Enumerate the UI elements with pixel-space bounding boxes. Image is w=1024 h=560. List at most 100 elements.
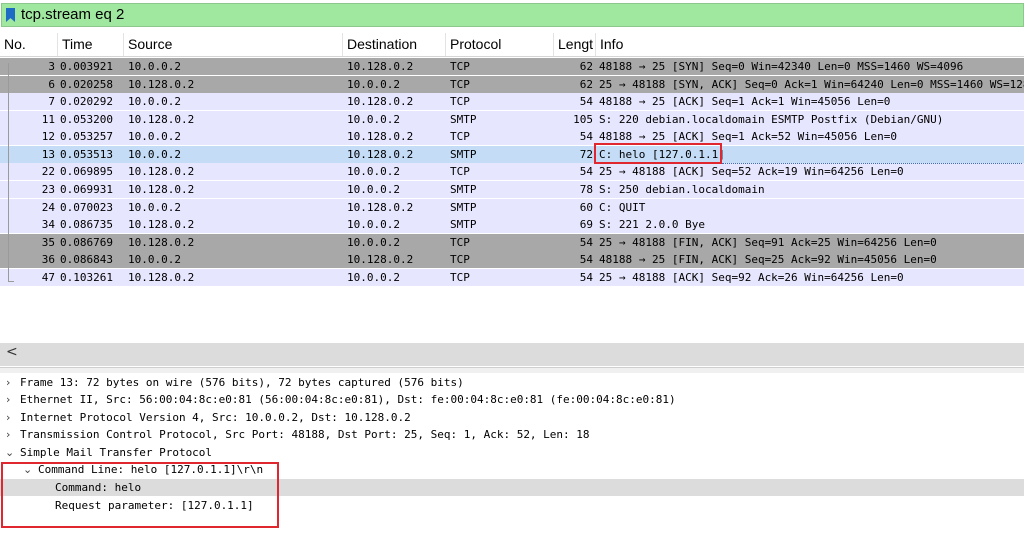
packet-time: 0.069931	[60, 183, 113, 196]
packet-protocol: SMTP	[450, 218, 477, 231]
col-header-destination[interactable]: Destination	[347, 36, 417, 52]
packet-time: 0.070023	[60, 201, 113, 214]
packet-time: 0.086769	[60, 236, 113, 249]
expand-chevron-icon[interactable]: ›	[6, 409, 10, 426]
col-header-info[interactable]: Info	[600, 36, 623, 52]
packet-row[interactable]: 3 0.003921 10.0.0.2 10.128.0.2 TCP 62 48…	[0, 58, 1024, 75]
packet-row[interactable]: 35 0.086769 10.128.0.2 10.0.0.2 TCP 54 2…	[0, 234, 1024, 251]
packet-protocol: TCP	[450, 60, 470, 73]
packet-time: 0.053200	[60, 113, 113, 126]
highlight-box-info	[594, 143, 722, 164]
packet-row[interactable]: 23 0.069931 10.128.0.2 10.0.0.2 SMTP 78 …	[0, 181, 1024, 198]
packet-length: 54	[579, 236, 593, 249]
packet-protocol: TCP	[450, 165, 470, 178]
packet-destination: 10.0.0.2	[347, 113, 400, 126]
packet-length: 78	[579, 183, 593, 196]
packet-protocol: TCP	[450, 236, 470, 249]
col-header-length[interactable]: Lengt	[558, 36, 593, 52]
packet-time: 0.086735	[60, 218, 113, 231]
packet-time: 0.053257	[60, 130, 113, 143]
packet-source: 10.0.0.2	[128, 253, 181, 266]
display-filter-input[interactable]: tcp.stream eq 2	[1, 3, 1024, 27]
conversation-bracket-line	[8, 63, 9, 282]
packet-row[interactable]: 24 0.070023 10.0.0.2 10.128.0.2 SMTP 60 …	[0, 199, 1024, 216]
packet-info: S: 221 2.0.0 Bye	[599, 218, 705, 231]
packet-time: 0.086843	[60, 253, 113, 266]
packet-row[interactable]: 7 0.020292 10.0.0.2 10.128.0.2 TCP 54 48…	[0, 93, 1024, 110]
packet-length: 69	[579, 218, 593, 231]
packet-info: C: QUIT	[599, 201, 646, 214]
column-separator[interactable]	[342, 33, 343, 56]
col-header-no[interactable]: No.	[4, 36, 26, 52]
expand-chevron-icon[interactable]: ›	[6, 391, 10, 408]
horizontal-scrollbar[interactable]: <	[0, 343, 1024, 366]
packet-row[interactable]: 47 0.103261 10.128.0.2 10.0.0.2 TCP 54 2…	[0, 269, 1024, 286]
packet-source: 10.0.0.2	[128, 60, 181, 73]
packet-source: 10.128.0.2	[128, 236, 195, 249]
selected-row-focus-line	[722, 163, 1022, 164]
packet-destination: 10.0.0.2	[347, 271, 400, 284]
column-separator[interactable]	[553, 33, 554, 56]
packet-protocol: TCP	[450, 271, 470, 284]
packet-row[interactable]: 12 0.053257 10.0.0.2 10.128.0.2 TCP 54 4…	[0, 128, 1024, 145]
packet-source: 10.128.0.2	[128, 271, 195, 284]
detail-row-ethernet[interactable]: › Ethernet II, Src: 56:00:04:8c:e0:81 (5…	[0, 391, 1024, 408]
scroll-left-icon[interactable]: <	[6, 344, 18, 360]
packet-row[interactable]: 22 0.069895 10.128.0.2 10.0.0.2 TCP 54 2…	[0, 163, 1024, 180]
column-separator[interactable]	[445, 33, 446, 56]
packet-destination: 10.0.0.2	[347, 165, 400, 178]
packet-info: 25 → 48188 [ACK] Seq=92 Ack=26 Win=64256…	[599, 271, 904, 284]
packet-row[interactable]: 11 0.053200 10.128.0.2 10.0.0.2 SMTP 105…	[0, 111, 1024, 128]
packet-source: 10.0.0.2	[128, 130, 181, 143]
column-separator[interactable]	[123, 33, 124, 56]
packet-destination: 10.128.0.2	[347, 60, 414, 73]
packet-row[interactable]: 36 0.086843 10.0.0.2 10.128.0.2 TCP 54 4…	[0, 251, 1024, 268]
packet-info: 48188 → 25 [SYN] Seq=0 Win=42340 Len=0 M…	[599, 60, 964, 73]
packet-source: 10.0.0.2	[128, 201, 181, 214]
detail-text: Ethernet II, Src: 56:00:04:8c:e0:81 (56:…	[20, 393, 676, 406]
col-header-time[interactable]: Time	[62, 36, 93, 52]
packet-source: 10.0.0.2	[128, 95, 181, 108]
expand-chevron-icon[interactable]: ›	[6, 426, 10, 443]
packet-length: 54	[579, 253, 593, 266]
column-separator[interactable]	[57, 33, 58, 56]
packet-destination: 10.128.0.2	[347, 95, 414, 108]
packet-destination: 10.0.0.2	[347, 236, 400, 249]
packet-protocol: SMTP	[450, 201, 477, 214]
packet-length: 54	[579, 271, 593, 284]
packet-row[interactable]: 6 0.020258 10.128.0.2 10.0.0.2 TCP 62 25…	[0, 76, 1024, 93]
bookmark-icon[interactable]	[6, 8, 15, 22]
collapse-chevron-icon[interactable]: ⌄	[5, 444, 14, 461]
packet-info: 25 → 48188 [ACK] Seq=52 Ack=19 Win=64256…	[599, 165, 904, 178]
packet-protocol: TCP	[450, 78, 470, 91]
packet-info: S: 250 debian.localdomain	[599, 183, 765, 196]
detail-row-ip[interactable]: › Internet Protocol Version 4, Src: 10.0…	[0, 409, 1024, 426]
pane-splitter[interactable]	[0, 367, 1024, 373]
packet-protocol: SMTP	[450, 148, 477, 161]
packet-length: 54	[579, 130, 593, 143]
detail-text: Internet Protocol Version 4, Src: 10.0.0…	[20, 411, 411, 424]
packet-length: 62	[579, 60, 593, 73]
packet-time: 0.020292	[60, 95, 113, 108]
packet-protocol: TCP	[450, 253, 470, 266]
expand-chevron-icon[interactable]: ›	[6, 374, 10, 391]
detail-row-tcp[interactable]: › Transmission Control Protocol, Src Por…	[0, 426, 1024, 443]
col-header-protocol[interactable]: Protocol	[450, 36, 501, 52]
packet-info: 48188 → 25 [ACK] Seq=1 Ack=1 Win=45056 L…	[599, 95, 891, 108]
detail-row-frame[interactable]: › Frame 13: 72 bytes on wire (576 bits),…	[0, 374, 1024, 391]
packet-destination: 10.0.0.2	[347, 218, 400, 231]
packet-row[interactable]: 34 0.086735 10.128.0.2 10.0.0.2 SMTP 69 …	[0, 216, 1024, 233]
col-header-source[interactable]: Source	[128, 36, 172, 52]
packet-source: 10.128.0.2	[128, 165, 195, 178]
detail-row-smtp[interactable]: ⌄ Simple Mail Transfer Protocol	[0, 444, 1024, 461]
packet-destination: 10.128.0.2	[347, 130, 414, 143]
packet-info: 25 → 48188 [FIN, ACK] Seq=91 Ack=25 Win=…	[599, 236, 937, 249]
packet-length: 105	[573, 113, 593, 126]
packet-info: 48188 → 25 [FIN, ACK] Seq=25 Ack=92 Win=…	[599, 253, 937, 266]
packet-length: 62	[579, 78, 593, 91]
packet-row-selected[interactable]: 13 0.053513 10.0.0.2 10.128.0.2 SMTP 72 …	[0, 146, 1024, 163]
packet-protocol: TCP	[450, 130, 470, 143]
column-separator[interactable]	[595, 33, 596, 56]
packet-time: 0.003921	[60, 60, 113, 73]
display-filter-bar: tcp.stream eq 2	[0, 0, 1024, 31]
